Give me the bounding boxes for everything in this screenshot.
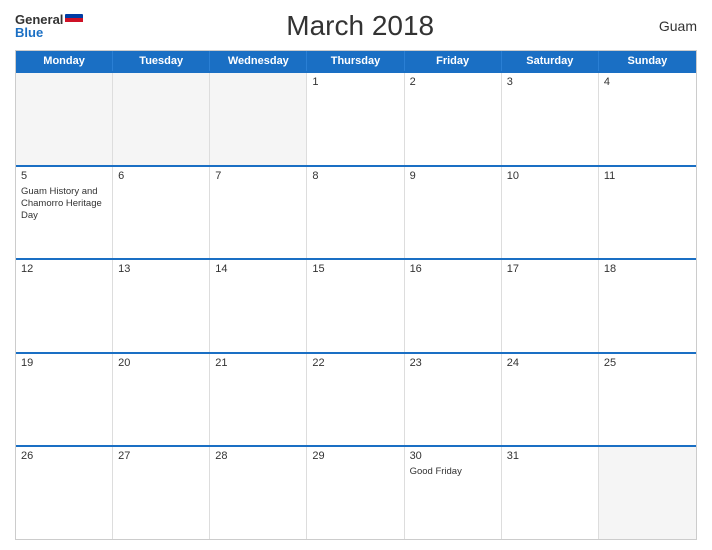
day-number: 5 bbox=[21, 170, 107, 182]
weeks-container: 12345Guam History and Chamorro Heritage … bbox=[16, 71, 696, 539]
day-number: 12 bbox=[21, 263, 107, 275]
region-label: Guam bbox=[637, 18, 697, 34]
day-number: 4 bbox=[604, 76, 691, 88]
day-cell: 2 bbox=[405, 73, 502, 165]
day-number: 1 bbox=[312, 76, 398, 88]
day-number: 30 bbox=[410, 450, 496, 462]
day-cell: 22 bbox=[307, 354, 404, 446]
calendar-title: March 2018 bbox=[83, 10, 637, 42]
day-header-thursday: Thursday bbox=[307, 51, 404, 71]
calendar-grid: MondayTuesdayWednesdayThursdayFridaySatu… bbox=[15, 50, 697, 540]
week-row-4: 19 20 21 22 23 24 25 bbox=[16, 352, 696, 446]
day-cell: 29 bbox=[307, 447, 404, 539]
day-number: 21 bbox=[215, 357, 301, 369]
day-cell: 11 bbox=[599, 167, 696, 259]
day-header-monday: Monday bbox=[16, 51, 113, 71]
day-cell: 26 bbox=[16, 447, 113, 539]
day-number: 10 bbox=[507, 170, 593, 182]
day-number: 24 bbox=[507, 357, 593, 369]
day-number: 26 bbox=[21, 450, 107, 462]
header: General Blue March 2018 Guam bbox=[15, 10, 697, 42]
day-cell bbox=[210, 73, 307, 165]
day-number: 28 bbox=[215, 450, 301, 462]
day-number: 31 bbox=[507, 450, 593, 462]
day-header-wednesday: Wednesday bbox=[210, 51, 307, 71]
day-cell: 12 bbox=[16, 260, 113, 352]
day-cell: 17 bbox=[502, 260, 599, 352]
day-cell: 9 bbox=[405, 167, 502, 259]
day-cell: 20 bbox=[113, 354, 210, 446]
day-cell bbox=[599, 447, 696, 539]
logo-blue-text: Blue bbox=[15, 26, 83, 39]
day-number: 23 bbox=[410, 357, 496, 369]
day-cell: 13 bbox=[113, 260, 210, 352]
day-number: 2 bbox=[410, 76, 496, 88]
day-number: 27 bbox=[118, 450, 204, 462]
day-number: 8 bbox=[312, 170, 398, 182]
day-number: 15 bbox=[312, 263, 398, 275]
day-number: 18 bbox=[604, 263, 691, 275]
day-header-tuesday: Tuesday bbox=[113, 51, 210, 71]
week-row-5: 26 27 28 29 30 Good Friday 31 bbox=[16, 445, 696, 539]
week-row-1: 1234 bbox=[16, 71, 696, 165]
day-cell: 23 bbox=[405, 354, 502, 446]
day-cell: 8 bbox=[307, 167, 404, 259]
day-number: 29 bbox=[312, 450, 398, 462]
day-cell: 15 bbox=[307, 260, 404, 352]
day-cell: 7 bbox=[210, 167, 307, 259]
day-header-friday: Friday bbox=[405, 51, 502, 71]
day-number: 13 bbox=[118, 263, 204, 275]
day-cell: 24 bbox=[502, 354, 599, 446]
event-label: Good Friday bbox=[410, 466, 496, 478]
day-header-sunday: Sunday bbox=[599, 51, 696, 71]
event-label: Guam History and Chamorro Heritage Day bbox=[21, 186, 107, 223]
day-cell: 18 bbox=[599, 260, 696, 352]
day-number: 6 bbox=[118, 170, 204, 182]
calendar-page: General Blue March 2018 Guam MondayTuesd… bbox=[0, 0, 712, 550]
day-headers-row: MondayTuesdayWednesdayThursdayFridaySatu… bbox=[16, 51, 696, 71]
day-cell: 31 bbox=[502, 447, 599, 539]
day-cell: 28 bbox=[210, 447, 307, 539]
day-cell: 30 Good Friday bbox=[405, 447, 502, 539]
day-cell: 5 Guam History and Chamorro Heritage Day bbox=[16, 167, 113, 259]
day-cell: 4 bbox=[599, 73, 696, 165]
day-cell: 19 bbox=[16, 354, 113, 446]
day-number: 17 bbox=[507, 263, 593, 275]
day-cell: 21 bbox=[210, 354, 307, 446]
day-cell: 16 bbox=[405, 260, 502, 352]
day-cell: 25 bbox=[599, 354, 696, 446]
day-number: 16 bbox=[410, 263, 496, 275]
day-cell: 3 bbox=[502, 73, 599, 165]
week-row-2: 5 Guam History and Chamorro Heritage Day 6… bbox=[16, 165, 696, 259]
day-cell: 27 bbox=[113, 447, 210, 539]
day-number: 9 bbox=[410, 170, 496, 182]
day-number: 19 bbox=[21, 357, 107, 369]
day-number: 7 bbox=[215, 170, 301, 182]
day-number: 22 bbox=[312, 357, 398, 369]
day-cell: 10 bbox=[502, 167, 599, 259]
day-header-saturday: Saturday bbox=[502, 51, 599, 71]
day-number: 25 bbox=[604, 357, 691, 369]
day-cell: 14 bbox=[210, 260, 307, 352]
day-number: 20 bbox=[118, 357, 204, 369]
day-cell bbox=[113, 73, 210, 165]
logo: General Blue bbox=[15, 13, 83, 39]
day-number: 11 bbox=[604, 170, 691, 182]
day-number: 14 bbox=[215, 263, 301, 275]
day-cell bbox=[16, 73, 113, 165]
day-cell: 6 bbox=[113, 167, 210, 259]
week-row-3: 12 13 14 15 16 17 18 bbox=[16, 258, 696, 352]
day-cell: 1 bbox=[307, 73, 404, 165]
day-number: 3 bbox=[507, 76, 593, 88]
logo-flag-icon bbox=[65, 14, 83, 26]
